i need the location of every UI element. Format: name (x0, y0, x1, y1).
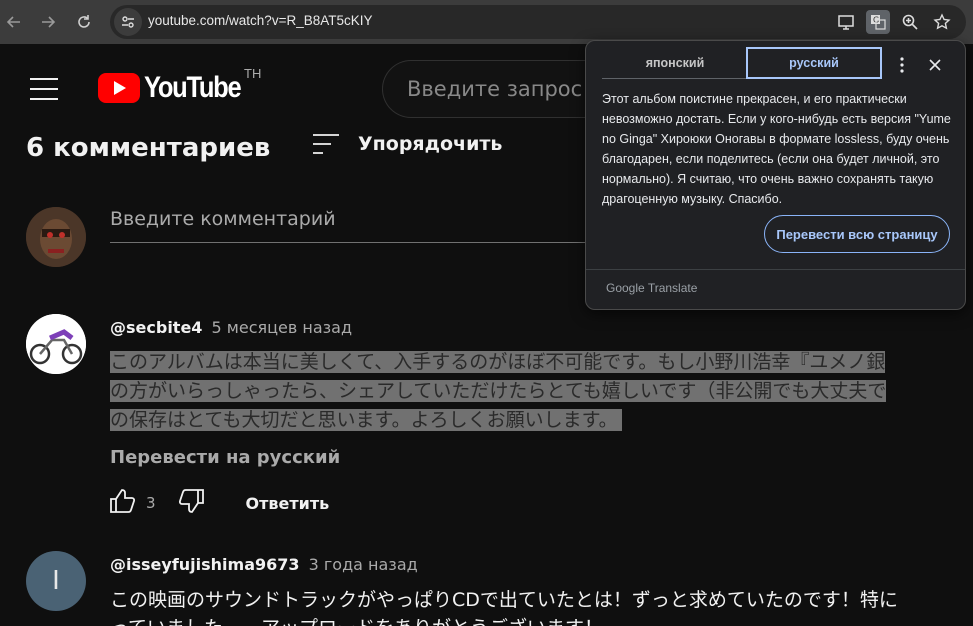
sort-button[interactable]: Упорядочить (312, 132, 502, 156)
commenter-avatar[interactable]: I (26, 551, 86, 611)
comment-text-line: の方がいらっしゃったら、シェアしていただけたらとても嬉しいです（非公開でも大丈夫… (110, 377, 887, 406)
sort-label: Упорядочить (358, 133, 503, 155)
highlighted-text: の保存はとても大切だと思います。よろしくお願いします。 (110, 409, 622, 431)
translate-comment-link[interactable]: Перевести на русский (110, 447, 340, 468)
comment-text-line: この映画のサウンドトラックがやっぱりCDで出ていたとは！ずっと求めていたのです！… (110, 589, 898, 611)
forward-arrow-icon[interactable] (36, 10, 60, 34)
menu-hamburger-icon[interactable] (30, 78, 58, 100)
comment-author[interactable]: @secbite4 (110, 318, 202, 337)
divider (586, 269, 965, 270)
logo-text: YouTube (144, 71, 242, 104)
close-icon[interactable] (923, 53, 947, 77)
like-icon[interactable] (108, 487, 136, 519)
bookmark-star-icon[interactable] (930, 10, 954, 34)
cast-screen-icon[interactable] (834, 10, 858, 34)
comment-text-line: っていました……アップロードをありがとうございます！ (110, 614, 603, 626)
sort-icon (313, 134, 339, 154)
comment-text-line: このアルバムは本当に美しくて、入手するのがほぼ不可能です。もし小野川浩幸『ユメノ… (110, 348, 886, 377)
region-code: TH (244, 66, 262, 81)
translate-icon[interactable]: G (866, 10, 890, 34)
like-count: 3 (146, 494, 156, 512)
commenter-avatar[interactable] (26, 314, 86, 374)
tab-source-language[interactable]: японский (602, 47, 748, 79)
translate-popup: японский русский Этот альбом поистине пр… (585, 40, 966, 310)
translate-page-button[interactable]: Перевести всю страницу (764, 215, 950, 253)
comment-header: @isseyfujishima9673 3 года назад (110, 555, 418, 574)
user-avatar (26, 207, 86, 267)
comment-time[interactable]: 3 года назад (309, 555, 418, 574)
browser-toolbar: youtube.com/watch?v=R_B8AT5cKIY G (0, 0, 973, 44)
reload-icon[interactable] (72, 10, 96, 34)
comment-time[interactable]: 5 месяцев назад (212, 318, 353, 337)
url-text: youtube.com/watch?v=R_B8AT5cKIY (148, 13, 373, 28)
search-placeholder: Введите запрос (407, 77, 583, 101)
comment-text-line: の保存はとても大切だと思います。よろしくお願いします。 (110, 406, 622, 435)
comment-author[interactable]: @isseyfujishima9673 (110, 555, 300, 574)
comment-header: @secbite4 5 месяцев назад (110, 318, 352, 337)
translated-text: Этот альбом поистине прекрасен, и его пр… (602, 92, 951, 206)
highlighted-text: の方がいらっしゃったら、シェアしていただけたらとても嬉しいです（非公開でも大丈夫… (110, 380, 887, 402)
address-bar[interactable]: youtube.com/watch?v=R_B8AT5cKIY G (110, 5, 966, 39)
site-info-icon[interactable] (114, 8, 142, 36)
add-comment-input[interactable]: Введите комментарий (110, 208, 590, 243)
reply-button[interactable]: Ответить (246, 494, 330, 513)
comment-actions: 3 Ответить (108, 488, 329, 518)
youtube-logo[interactable]: YouTube (98, 71, 257, 104)
back-arrow-icon[interactable] (2, 10, 26, 34)
comments-count: 6 комментариев (26, 133, 271, 163)
dislike-icon[interactable] (178, 487, 206, 519)
highlighted-text: このアルバムは本当に美しくて、入手するのがほぼ不可能です。もし小野川浩幸『ユメノ… (110, 351, 886, 373)
tab-target-language[interactable]: русский (746, 47, 882, 79)
youtube-play-icon (98, 73, 140, 103)
more-options-icon[interactable] (890, 53, 914, 77)
google-translate-brand: Google Translate (606, 281, 698, 295)
zoom-icon[interactable] (898, 10, 922, 34)
